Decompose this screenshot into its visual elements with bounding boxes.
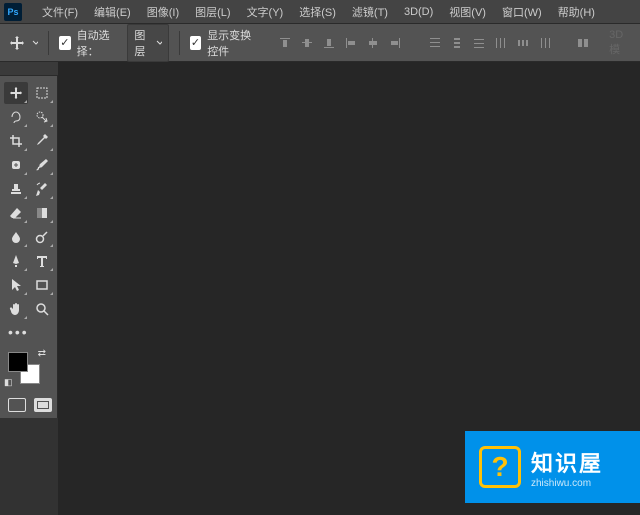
align-group-1 [275, 33, 405, 53]
dodge-tool[interactable] [30, 226, 54, 248]
eraser-tool[interactable] [4, 202, 28, 224]
align-right-icon[interactable] [385, 33, 405, 53]
toolbar-column: ••• ⇄ ◧ [0, 62, 58, 515]
lasso-tool[interactable] [4, 106, 28, 128]
distribute-hcenter-icon[interactable] [513, 33, 533, 53]
path-select-tool[interactable] [4, 274, 28, 296]
menu-3d[interactable]: 3D(D) [396, 6, 441, 18]
distribute-right-icon[interactable] [535, 33, 555, 53]
blur-tool[interactable] [4, 226, 28, 248]
align-left-icon[interactable] [341, 33, 361, 53]
separator [48, 31, 49, 55]
toolbar: ••• ⇄ ◧ [0, 76, 58, 418]
auto-align-icon[interactable] [575, 33, 591, 53]
chevron-down-icon [156, 40, 162, 46]
foreground-color[interactable] [8, 352, 28, 372]
align-top-icon[interactable] [275, 33, 295, 53]
show-transform-label: 显示变换控件 [207, 27, 261, 59]
zoom-tool[interactable] [30, 298, 54, 320]
swap-colors-icon[interactable]: ⇄ [38, 348, 46, 359]
gradient-tool[interactable] [30, 202, 54, 224]
menu-file[interactable]: 文件(F) [34, 4, 86, 20]
ps-logo-icon: Ps [4, 3, 22, 21]
watermark-subtitle: zhishiwu.com [531, 478, 603, 489]
watermark: ? 知识屋 zhishiwu.com [465, 431, 640, 503]
history-brush-tool[interactable] [30, 178, 54, 200]
distribute-bottom-icon[interactable] [469, 33, 489, 53]
eyedropper-tool[interactable] [30, 130, 54, 152]
brush-tool[interactable] [30, 154, 54, 176]
hand-tool[interactable] [4, 298, 28, 320]
pen-tool[interactable] [4, 250, 28, 272]
distribute-left-icon[interactable] [491, 33, 511, 53]
menu-image[interactable]: 图像(I) [139, 4, 187, 20]
color-swatches: ⇄ ◧ [4, 348, 52, 388]
menu-bar: Ps 文件(F) 编辑(E) 图像(I) 图层(L) 文字(Y) 选择(S) 滤… [0, 0, 640, 24]
distribute-top-icon[interactable] [425, 33, 445, 53]
watermark-title: 知识屋 [531, 446, 603, 478]
quick-select-tool[interactable] [30, 106, 54, 128]
menu-filter[interactable]: 滤镜(T) [344, 4, 396, 20]
marquee-tool[interactable] [30, 82, 54, 104]
menu-edit[interactable]: 编辑(E) [86, 4, 139, 20]
quickmask-mode-icon[interactable] [34, 398, 52, 412]
type-tool[interactable] [30, 250, 54, 272]
3d-mode-label: 3D 模 [609, 29, 632, 57]
autoselect-target-dropdown[interactable]: 图层 [127, 24, 169, 62]
crop-tool[interactable] [4, 130, 28, 152]
chevron-down-icon[interactable] [32, 39, 39, 47]
menu-select[interactable]: 选择(S) [291, 4, 344, 20]
distribute-vcenter-icon[interactable] [447, 33, 467, 53]
menu-view[interactable]: 视图(V) [441, 4, 494, 20]
align-hcenter-icon[interactable] [363, 33, 383, 53]
healing-tool[interactable] [4, 154, 28, 176]
mask-mode-row [4, 398, 53, 412]
edit-toolbar-icon[interactable]: ••• [4, 322, 54, 342]
move-tool-icon[interactable] [8, 32, 26, 54]
menu-help[interactable]: 帮助(H) [550, 4, 603, 20]
distribute-group [425, 33, 555, 53]
stamp-tool[interactable] [4, 178, 28, 200]
shape-tool[interactable] [30, 274, 54, 296]
default-colors-icon[interactable]: ◧ [4, 377, 13, 388]
separator [179, 31, 180, 55]
show-transform-checkbox[interactable]: ✓ [190, 36, 201, 50]
standard-mode-icon[interactable] [8, 398, 26, 412]
autoselect-checkbox[interactable]: ✓ [59, 36, 70, 50]
align-vcenter-icon[interactable] [297, 33, 317, 53]
watermark-icon: ? [479, 446, 521, 488]
menu-type[interactable]: 文字(Y) [239, 4, 292, 20]
menu-layer[interactable]: 图层(L) [187, 4, 238, 20]
toolbar-tab-well[interactable] [0, 62, 58, 76]
move-tool[interactable] [4, 82, 28, 104]
align-bottom-icon[interactable] [319, 33, 339, 53]
autoselect-label: 自动选择： [77, 27, 122, 59]
options-bar: ✓ 自动选择： 图层 ✓ 显示变换控件 3D 模 [0, 24, 640, 62]
menu-window[interactable]: 窗口(W) [494, 4, 550, 20]
